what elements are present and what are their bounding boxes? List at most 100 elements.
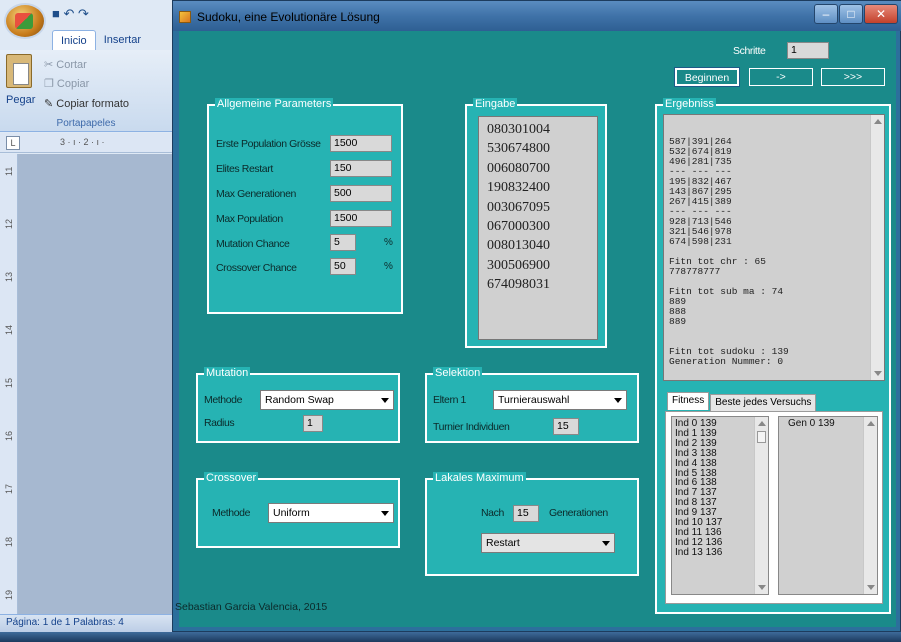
tab-beste[interactable]: Beste jedes Versuchs xyxy=(710,394,817,412)
brush-icon: ✎ xyxy=(44,98,57,110)
max-population-input[interactable]: 1500 xyxy=(330,210,392,227)
app-icon xyxy=(179,11,191,23)
scroll-thumb[interactable] xyxy=(757,431,766,443)
word-status-bar: Página: 1 de 1 Palabras: 4 xyxy=(0,614,172,632)
save-icon[interactable]: ■ xyxy=(52,6,60,21)
scroll-down-icon[interactable] xyxy=(874,371,882,376)
copy-icon: ❐ xyxy=(44,78,57,90)
ruler-number: 11 xyxy=(4,166,14,176)
tab-selector[interactable]: L xyxy=(6,136,20,150)
maximize-button[interactable]: □ xyxy=(839,4,863,24)
turnier-label: Turnier Individuen xyxy=(433,421,510,433)
ruler-number: 17 xyxy=(4,483,14,494)
mutation-title: Mutation xyxy=(204,367,251,379)
elites-restart-input[interactable]: 150 xyxy=(330,160,392,177)
crossover-method-select[interactable]: Uniform xyxy=(268,503,394,523)
taskbar xyxy=(0,632,901,642)
start-button[interactable]: Beginnen xyxy=(674,67,740,87)
ribbon: Pegar ✂ Cortar ❐ Copiar ✎ Copiar formato… xyxy=(0,50,172,132)
param-label: Crossover Chance xyxy=(216,262,297,274)
local-max-title: Lakales Maximum xyxy=(433,472,526,484)
list-scrollbar[interactable] xyxy=(754,417,768,594)
input-row: 008013040 xyxy=(487,238,550,254)
step-button[interactable]: -> xyxy=(749,68,813,86)
result-text: 587|391|264 532|674|819 496|281|735 --- … xyxy=(669,136,789,367)
window-title: Sudoku, eine Evolutionäre Lösung xyxy=(197,10,380,24)
clipboard-group-label: Portapapeles xyxy=(56,118,116,129)
tab-insertar[interactable]: Insertar xyxy=(96,30,149,51)
tab-inicio[interactable]: Inicio xyxy=(52,30,96,51)
undo-icon[interactable]: ↶ xyxy=(63,6,74,21)
ergebnis-group: Ergebniss 587|391|264 532|674|819 496|28… xyxy=(655,98,891,614)
chevron-down-icon xyxy=(614,398,622,403)
first-population-input[interactable]: 1500 xyxy=(330,135,392,152)
mutation-chance-input[interactable]: 5 xyxy=(330,234,356,251)
max-generations-input[interactable]: 500 xyxy=(330,185,392,202)
vertical-ruler: 11 12 13 14 15 16 17 18 19 xyxy=(0,154,18,614)
quick-access-toolbar[interactable]: ■ ↶ ↷ xyxy=(52,6,89,22)
selektion-title: Selektion xyxy=(433,367,483,379)
fast-forward-button[interactable]: >>> xyxy=(821,68,885,86)
eltern-label: Eltern 1 xyxy=(433,394,466,406)
eingabe-title: Eingabe xyxy=(473,98,518,110)
ruler-number: 16 xyxy=(4,430,14,441)
input-row: 006080700 xyxy=(487,160,550,176)
title-bar[interactable]: Sudoku, eine Evolutionäre Lösung – □ ✕ xyxy=(173,1,901,31)
radius-input[interactable]: 1 xyxy=(303,415,323,432)
ruler-marks: 3 · ı · 2 · ı · xyxy=(60,137,105,147)
mutation-method-select[interactable]: Random Swap xyxy=(260,390,394,410)
generation-list[interactable]: Gen 0 139 xyxy=(778,416,878,595)
selection-method-select[interactable]: Turnierauswahl xyxy=(493,390,627,410)
individual-list[interactable]: Ind 0 139 Ind 1 139 Ind 2 139 Ind 3 138 … xyxy=(671,416,769,595)
list-item[interactable]: Gen 0 139 xyxy=(782,419,874,429)
tab-fitness[interactable]: Fitness xyxy=(667,392,710,410)
chevron-down-icon xyxy=(381,511,389,516)
chevron-down-icon xyxy=(602,541,610,546)
minimize-button[interactable]: – xyxy=(814,4,838,24)
input-row: 300506900 xyxy=(487,257,550,273)
cut-button[interactable]: ✂ Cortar xyxy=(44,58,87,71)
ruler-number: 19 xyxy=(4,589,14,600)
percent-sign: % xyxy=(384,261,393,272)
document-area[interactable] xyxy=(18,154,172,614)
paste-icon[interactable] xyxy=(6,54,32,88)
scroll-down-icon[interactable] xyxy=(758,585,766,590)
local-max-action-select[interactable]: Restart xyxy=(481,533,615,553)
params-group: Allgemeine Parameters Erste Population G… xyxy=(207,98,403,314)
selektion-group: Selektion Eltern 1 Turnierauswahl Turnie… xyxy=(425,367,639,443)
turnier-input[interactable]: 15 xyxy=(553,418,579,435)
horizontal-ruler: L 3 · ı · 2 · ı · xyxy=(0,133,172,153)
crossover-chance-input[interactable]: 50 xyxy=(330,258,356,275)
nach-input[interactable]: 15 xyxy=(513,505,539,522)
percent-sign: % xyxy=(384,237,393,248)
ruler-number: 13 xyxy=(4,271,14,282)
input-row: 003067095 xyxy=(487,199,550,215)
input-row: 674098031 xyxy=(487,277,550,293)
format-painter-button[interactable]: ✎ Copiar formato xyxy=(44,97,129,110)
office-button[interactable] xyxy=(4,3,46,39)
scroll-up-icon[interactable] xyxy=(758,421,766,426)
scroll-down-icon[interactable] xyxy=(867,585,875,590)
schritte-input[interactable]: 1 xyxy=(787,42,829,59)
scroll-up-icon[interactable] xyxy=(867,421,875,426)
eingabe-group: Eingabe 080301004 530674800 006080700 19… xyxy=(465,98,607,348)
input-row: 080301004 xyxy=(487,122,550,137)
crossover-title: Crossover xyxy=(204,472,259,484)
sudoku-input[interactable]: 080301004 530674800 006080700 190832400 … xyxy=(478,116,598,340)
client-area: Schritte 1 Beginnen -> >>> Allgemeine Pa… xyxy=(175,31,896,627)
generationen-label: Generationen xyxy=(549,507,608,519)
list-item[interactable]: Ind 13 136 xyxy=(675,547,765,558)
word-window: ■ ↶ ↷ Inicio Insertar Pegar ✂ Cortar ❐ C… xyxy=(0,0,172,642)
crossover-group: Crossover Methode Uniform xyxy=(196,472,400,548)
method-label: Methode xyxy=(204,394,243,406)
result-scrollbar[interactable] xyxy=(870,115,884,380)
paste-button[interactable]: Pegar xyxy=(6,94,35,106)
sudoku-window: Sudoku, eine Evolutionäre Lösung – □ ✕ S… xyxy=(172,0,901,632)
gen-scrollbar[interactable] xyxy=(863,417,877,594)
input-row: 067000300 xyxy=(487,219,550,235)
close-button[interactable]: ✕ xyxy=(864,4,898,24)
copy-button[interactable]: ❐ Copiar xyxy=(44,77,89,90)
redo-icon[interactable]: ↷ xyxy=(78,6,89,21)
result-output[interactable]: 587|391|264 532|674|819 496|281|735 --- … xyxy=(663,114,885,381)
scroll-up-icon[interactable] xyxy=(874,119,882,124)
